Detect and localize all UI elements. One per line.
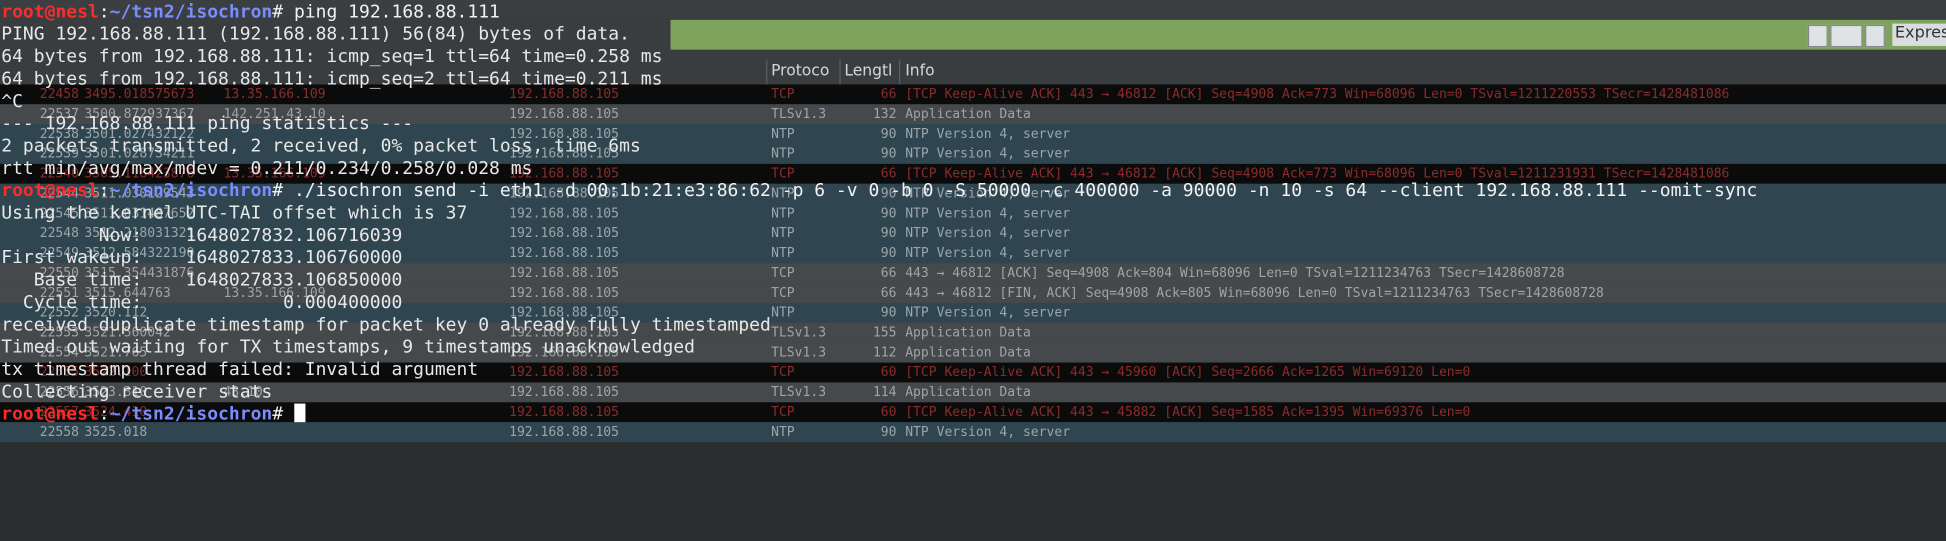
terminal-prompt-line: root@nesl:~/tsn2/isochron# ./isochron se… [1, 180, 1757, 202]
prompt-user: root@nesl [1, 2, 99, 23]
terminal-prompt-line: root@nesl:~/tsn2/isochron# ping 192.168.… [1, 1, 500, 23]
terminal-output-line: Cycle time: 0.000400000 [1, 293, 403, 313]
terminal-output-line: Using the kernel UTC-TAI offset which is… [1, 203, 468, 224]
prompt-symbol: # [272, 181, 284, 202]
terminal-output-line: First wakeup: 1648027833.106760000 [1, 248, 403, 269]
terminal-output-line: 64 bytes from 192.168.88.111: icmp_seq=2… [1, 69, 663, 90]
terminal-output-line: rtt min/avg/max/mdev = 0.211/0.234/0.258… [1, 158, 533, 179]
terminal-output[interactable]: root@nesl:~/tsn2/isochron# ping 192.168.… [0, 0, 1946, 436]
prompt-symbol: # [272, 404, 284, 425]
terminal-output-line: Now: 1648027832.106716039 [1, 225, 403, 246]
prompt-user: root@nesl [1, 181, 99, 202]
terminal-output-line: received duplicate timestamp for packet … [1, 315, 771, 336]
terminal-cursor[interactable] [293, 403, 306, 423]
prompt-symbol: # [272, 2, 284, 23]
prompt-separator: : [98, 181, 110, 202]
terminal-output-line: Timed out waiting for TX timestamps, 9 t… [1, 337, 695, 358]
command-text: ./isochron send -i eth1 -d 00:1b:21:e3:8… [283, 181, 1758, 202]
prompt-path: ~/tsn2/isochron [109, 181, 273, 202]
prompt-path: ~/tsn2/isochron [109, 2, 273, 23]
prompt-separator: : [98, 2, 110, 23]
terminal-output-line: PING 192.168.88.111 (192.168.88.111) 56(… [1, 24, 630, 45]
terminal-output-line: Collecting receiver stats [1, 382, 273, 403]
prompt-path: ~/tsn2/isochron [109, 404, 273, 425]
command-text [283, 405, 294, 425]
terminal-output-line: Base time: 1648027833.106850000 [1, 270, 403, 291]
terminal-output-line: ^C [1, 91, 23, 112]
terminal-output-line: --- 192.168.88.111 ping statistics --- [1, 114, 414, 135]
prompt-user: root@nesl [1, 404, 99, 425]
command-text: ping 192.168.88.111 [283, 2, 500, 23]
terminal-output-line: tx timestamp thread failed: Invalid argu… [1, 360, 479, 380]
terminal-prompt-line: root@nesl:~/tsn2/isochron# [1, 403, 306, 426]
terminal-output-line: 64 bytes from 192.168.88.111: icmp_seq=1… [1, 47, 663, 68]
prompt-separator: : [98, 404, 110, 425]
terminal-output-line: 2 packets transmitted, 2 received, 0% pa… [1, 136, 641, 157]
